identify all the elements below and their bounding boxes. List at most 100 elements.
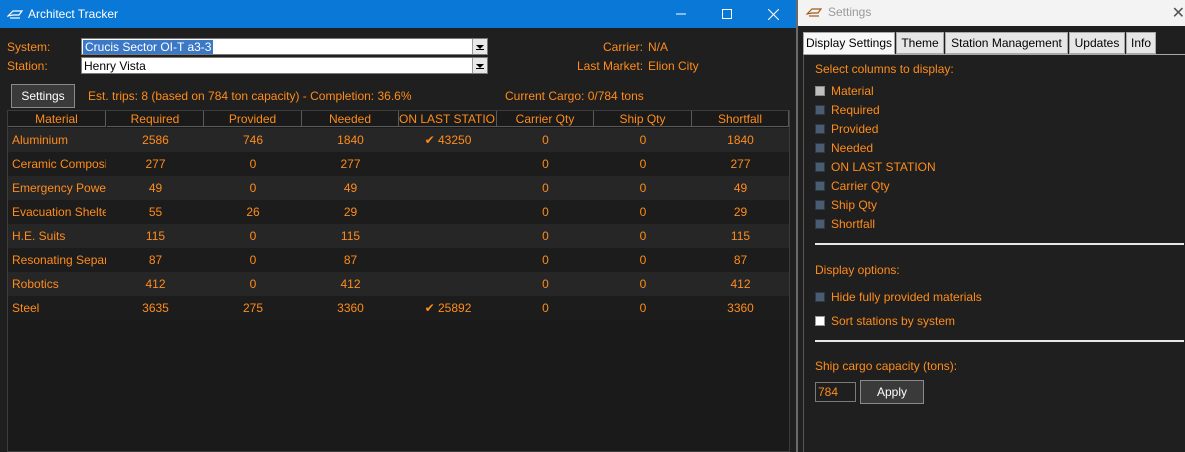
divider [815,243,1184,245]
station-label: Station: [7,59,48,73]
table-cell: 0 [542,253,549,267]
settings-button[interactable]: Settings [11,84,75,108]
table-cell: 0 [249,277,257,291]
column-checkbox[interactable] [815,219,825,229]
tab-updates[interactable]: Updates [1069,32,1125,54]
est-trips-status: Est. trips: 8 (based on 784 ton capacity… [88,89,412,103]
table-cell: 0 [542,205,549,219]
table-cell [399,272,497,296]
divider [815,340,1184,342]
table-cell: 746 [242,133,264,147]
capacity-label: Ship cargo capacity (tons): [815,359,958,373]
table-cell: 3635 [142,301,169,315]
table-cell: 55 [148,205,163,219]
column-option-label: Provided [831,122,879,136]
chevron-down-icon [476,63,484,69]
table-cell: 0 [639,253,647,267]
table-cell: ✔ 25892 [424,301,472,315]
table-cell: 0 [249,157,257,171]
column-header[interactable]: Required [107,111,204,127]
column-header[interactable]: Ship Qty [594,111,692,127]
station-dropdown-arrow[interactable] [472,58,487,73]
column-checkbox[interactable] [815,86,825,96]
system-dropdown-arrow[interactable] [472,39,487,54]
table-cell: 0 [639,205,647,219]
capacity-input[interactable]: 784 [815,382,856,402]
table-cell: 87 [148,253,163,267]
table-row[interactable]: Aluminium 2586 746 1840 ✔ 43250 0 0 1840 [8,128,789,152]
tab-info[interactable]: Info [1126,32,1156,54]
table-cell: 0 [639,229,647,243]
column-header[interactable]: Shortfall [692,111,789,127]
table-cell: 87 [343,253,358,267]
table-cell: 277 [730,157,751,171]
column-header[interactable]: Material [8,111,106,127]
table-cell: Evacuation Shelter [12,205,106,219]
table-cell: H.E. Suits [12,229,66,243]
sort-stations-label: Sort stations by system [831,314,956,328]
table-row[interactable]: Robotics 412 0 412 0 0 412 [8,272,789,296]
table-cell: 0 [542,301,549,315]
settings-close-icon[interactable]: ✕ [1172,3,1185,23]
table-cell: 0 [542,229,549,243]
station-combobox[interactable]: Henry Vista [81,57,488,74]
table-cell: 0 [639,277,647,291]
table-cell [399,200,497,224]
table-row[interactable]: Evacuation Shelter 55 26 29 0 0 29 [8,200,789,224]
table-cell: 0 [639,133,647,147]
table-row[interactable]: Resonating Separators 87 0 87 0 0 87 [8,248,789,272]
close-button[interactable] [750,0,796,28]
table-cell: 0 [542,277,549,291]
table-cell [399,152,497,176]
table-row[interactable]: H.E. Suits 115 0 115 0 0 115 [8,224,789,248]
table-cell: Robotics [12,277,59,291]
app-ship-icon [7,10,23,19]
table-cell: 49 [148,181,163,195]
maximize-button[interactable] [704,0,750,28]
column-checkbox[interactable] [815,124,825,134]
tab-station-management[interactable]: Station Management [945,32,1068,54]
table-cell: 0 [639,301,647,315]
column-header[interactable]: Provided [204,111,302,127]
sort-stations-checkbox[interactable] [815,316,825,326]
system-combobox[interactable]: Crucis Sector OI-T a3-3 [81,38,488,55]
table-cell: 49 [343,181,358,195]
table-cell: Resonating Separators [12,253,106,267]
carrier-value: N/A [648,40,669,54]
column-header[interactable]: ON LAST STATION [399,111,497,127]
hide-provided-label: Hide fully provided materials [831,290,982,304]
main-titlebar[interactable]: Architect Tracker [0,0,796,28]
column-checkbox[interactable] [815,162,825,172]
table-cell: 0 [542,157,549,171]
tab-display-settings[interactable]: Display Settings [803,32,895,54]
station-value: Henry Vista [84,59,146,73]
column-checkbox[interactable] [815,200,825,210]
column-checkbox[interactable] [815,181,825,191]
column-header[interactable]: Carrier Qty [497,111,594,127]
table-cell: 49 [733,181,748,195]
table-cell: 26 [246,205,260,219]
hide-provided-checkbox[interactable] [815,292,825,302]
table-cell: Emergency Power Cells [12,181,106,195]
column-checkbox[interactable] [815,143,825,153]
table-cell: 1840 [337,133,364,147]
apply-button[interactable]: Apply [860,380,924,404]
table-cell: 412 [730,277,751,291]
table-cell: 0 [249,229,257,243]
settings-titlebar[interactable]: Settings ✕ [798,0,1185,26]
table-cell: 0 [542,181,549,195]
table-row[interactable]: Emergency Power Cells 49 0 49 0 0 49 [8,176,789,200]
table-cell [399,248,497,272]
column-checkbox[interactable] [815,105,825,115]
table-cell [399,224,497,248]
table-cell: 3360 [337,301,364,315]
columns-section-label: Select columns to display: [815,62,954,76]
last-market-label: Last Market: [577,59,644,73]
tab-theme[interactable]: Theme [896,32,944,54]
table-row[interactable]: Steel 3635 275 3360 ✔ 25892 0 0 3360 [8,296,789,320]
minimize-button[interactable] [658,0,704,28]
table-row[interactable]: Ceramic Composites 277 0 277 0 0 277 [8,152,789,176]
table-cell: 1840 [727,133,754,147]
column-header[interactable]: Needed [302,111,399,127]
current-cargo-status: Current Cargo: 0/784 tons [505,89,644,103]
